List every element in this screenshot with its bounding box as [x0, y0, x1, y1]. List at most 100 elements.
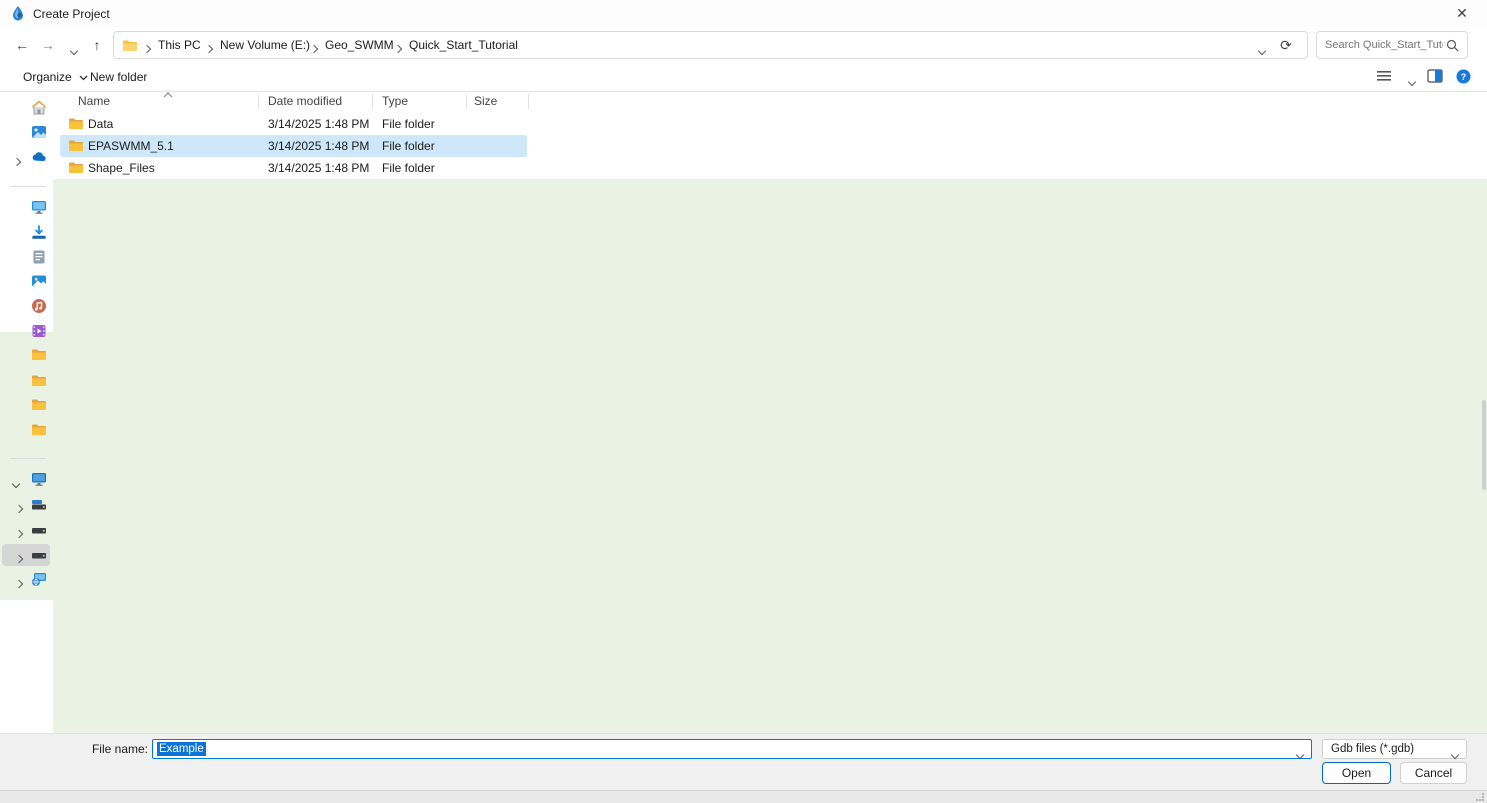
breadcrumb-quick-start-tutorial[interactable]: Quick_Start_Tutorial — [409, 32, 518, 58]
help-icon: ? — [1456, 69, 1471, 84]
organize-button[interactable]: Organize — [23, 63, 88, 91]
downloads-icon[interactable] — [31, 224, 47, 240]
drive-icon[interactable] — [31, 521, 47, 537]
videos-icon[interactable] — [31, 323, 47, 339]
breadcrumb-new-volume-e[interactable]: New Volume (E:) — [220, 32, 310, 58]
up-button[interactable]: ↑ — [86, 35, 108, 55]
list-view-icon — [1376, 69, 1392, 83]
folder-icon[interactable] — [31, 397, 47, 413]
forward-button[interactable]: → — [37, 35, 59, 55]
chevron-down-icon — [1408, 78, 1416, 86]
chevron-down-icon — [70, 47, 78, 55]
column-divider[interactable] — [258, 94, 259, 109]
folder-icon — [68, 160, 84, 176]
create-project-dialog: Create Project ✕ ← → ↑ This PC New Volum… — [0, 0, 1487, 803]
breadcrumb-separator — [206, 41, 212, 55]
refresh-button[interactable]: ⟳ — [1277, 36, 1295, 54]
os-drive-icon[interactable] — [31, 496, 47, 512]
folder-icon[interactable] — [31, 347, 47, 363]
file-type-select[interactable]: Gdb files (*.gdb) — [1322, 739, 1467, 759]
folder-icon — [122, 38, 138, 54]
breadcrumb-this-pc[interactable]: This PC — [158, 32, 201, 58]
vertical-scrollbar[interactable] — [1482, 400, 1486, 490]
file-name: EPASWMM_5.1 — [88, 135, 174, 157]
file-date: 3/14/2025 1:48 PM — [268, 113, 369, 135]
file-name-input[interactable]: Example — [152, 739, 1312, 759]
drive-icon-selected[interactable] — [31, 546, 47, 562]
column-header-name[interactable]: Name — [78, 92, 110, 112]
file-type: File folder — [382, 135, 435, 157]
table-row-selected[interactable]: EPASWMM_5.1 3/14/2025 1:48 PM File folde… — [53, 135, 1487, 157]
dialog-footer: File name: Example Gdb files (*.gdb) Ope… — [0, 733, 1487, 790]
search-icon[interactable] — [1446, 39, 1459, 52]
gallery-icon[interactable] — [31, 124, 47, 140]
documents-icon[interactable] — [31, 249, 47, 265]
desktop-icon[interactable] — [31, 199, 47, 215]
view-mode-dropdown[interactable] — [1409, 74, 1415, 88]
search-box — [1316, 31, 1468, 59]
file-date: 3/14/2025 1:48 PM — [268, 135, 369, 157]
network-icon[interactable] — [31, 571, 47, 587]
new-folder-button[interactable]: New folder — [90, 63, 147, 91]
cancel-button[interactable]: Cancel — [1400, 762, 1467, 784]
table-row[interactable]: Shape_Files 3/14/2025 1:48 PM File folde… — [53, 157, 1487, 179]
column-header-type[interactable]: Type — [382, 92, 408, 112]
file-name: Shape_Files — [88, 157, 155, 179]
back-button[interactable]: ← — [11, 35, 33, 55]
app-droplet-icon — [10, 5, 26, 21]
pictures-icon[interactable] — [31, 273, 47, 289]
column-header-date[interactable]: Date modified — [268, 92, 342, 112]
search-input[interactable] — [1325, 33, 1443, 57]
folder-icon — [68, 138, 84, 154]
column-divider[interactable] — [372, 94, 373, 109]
column-divider[interactable] — [528, 94, 529, 109]
title-bar: Create Project ✕ — [0, 0, 1487, 27]
address-dropdown-button[interactable] — [1259, 43, 1265, 57]
expand-chevron-icon[interactable] — [14, 154, 20, 168]
onedrive-icon[interactable] — [31, 149, 47, 165]
expand-chevron-icon[interactable] — [16, 526, 22, 540]
breadcrumb-geo-swmm[interactable]: Geo_SWMM — [325, 32, 394, 58]
open-button[interactable]: Open — [1322, 762, 1391, 784]
expand-chevron-icon[interactable] — [16, 576, 22, 590]
navigation-pane — [0, 92, 53, 733]
column-header-size[interactable]: Size — [474, 92, 497, 112]
breadcrumb-separator — [311, 41, 317, 55]
close-button[interactable]: ✕ — [1445, 3, 1479, 24]
file-name: Data — [88, 113, 113, 135]
preview-pane-button[interactable] — [1427, 69, 1443, 86]
sidebar-separator — [10, 186, 46, 187]
expand-chevron-icon[interactable] — [16, 501, 22, 515]
file-type: File folder — [382, 157, 435, 179]
file-name-value: Example — [157, 742, 206, 756]
command-toolbar: Organize New folder ? — [0, 63, 1487, 92]
table-row[interactable]: Data 3/14/2025 1:48 PM File folder — [53, 113, 1487, 135]
collapse-chevron-icon[interactable] — [13, 476, 19, 490]
recent-locations-button[interactable] — [63, 39, 85, 59]
folder-icon — [68, 116, 84, 132]
column-divider[interactable] — [466, 94, 467, 109]
chevron-down-icon — [1258, 47, 1266, 55]
expand-chevron-icon[interactable] — [16, 551, 22, 565]
folder-icon[interactable] — [31, 422, 47, 438]
chevron-down-icon[interactable] — [1297, 747, 1303, 761]
view-mode-button[interactable] — [1376, 69, 1392, 86]
resize-grip[interactable] — [1476, 793, 1484, 801]
file-type: File folder — [382, 113, 435, 135]
preview-pane-icon — [1427, 69, 1443, 83]
home-icon[interactable] — [31, 100, 47, 116]
breadcrumb-separator — [395, 41, 401, 55]
help-button[interactable]: ? — [1456, 69, 1471, 87]
file-list-area: Name Date modified Type Size Data 3/14/2… — [53, 92, 1487, 733]
window-bottom-strip — [0, 790, 1487, 803]
file-date: 3/14/2025 1:48 PM — [268, 157, 369, 179]
this-pc-icon[interactable] — [31, 471, 47, 487]
svg-text:?: ? — [1461, 72, 1467, 82]
navigation-bar: ← → ↑ This PC New Volume (E:) Geo_SWMM Q… — [0, 27, 1487, 63]
folder-icon[interactable] — [31, 373, 47, 389]
music-icon[interactable] — [31, 298, 47, 314]
address-bar[interactable]: This PC New Volume (E:) Geo_SWMM Quick_S… — [113, 31, 1308, 59]
main-area: Name Date modified Type Size Data 3/14/2… — [0, 92, 1487, 733]
empty-area-green — [53, 179, 1487, 733]
breadcrumb-separator — [144, 41, 150, 55]
